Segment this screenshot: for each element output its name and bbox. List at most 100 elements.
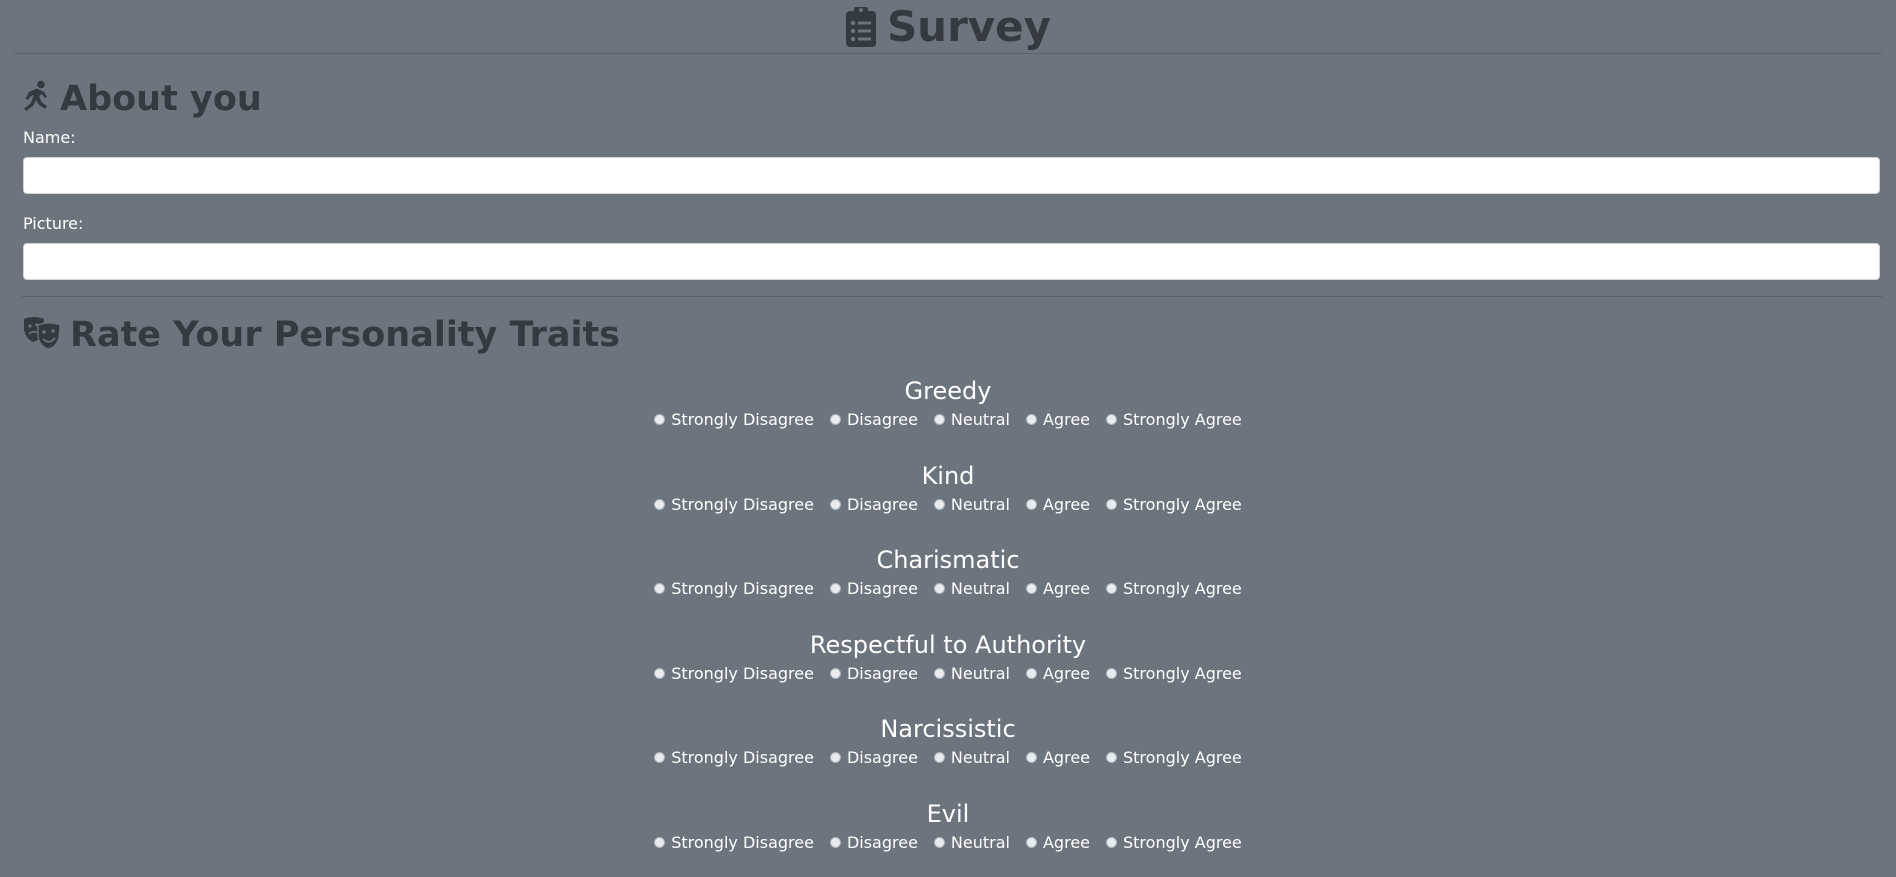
picture-label: Picture:: [23, 214, 84, 233]
trait-name: Kind: [921, 461, 975, 490]
rating-option[interactable]: Agree: [1025, 410, 1090, 429]
rating-option-label: Strongly Agree: [1123, 579, 1242, 599]
rating-option-label: Neutral: [950, 494, 1010, 514]
radio-button[interactable]: [933, 583, 945, 595]
rating-option[interactable]: Agree: [1025, 832, 1090, 852]
radio-button[interactable]: [1025, 414, 1037, 425]
radio-button[interactable]: [933, 498, 945, 510]
radio-button[interactable]: [654, 414, 666, 425]
rating-option-label: Strongly Agree: [1123, 832, 1242, 852]
rating-option[interactable]: Disagree: [829, 664, 918, 683]
radio-button[interactable]: [1025, 836, 1037, 848]
rating-option[interactable]: Neutral: [933, 494, 1010, 514]
rating-option-label: Strongly Agree: [1123, 494, 1242, 514]
rating-option-label: Strongly Disagree: [671, 494, 814, 514]
radio-button[interactable]: [829, 667, 841, 679]
rating-option[interactable]: Neutral: [933, 579, 1010, 599]
rating-option-label: Agree: [1042, 748, 1090, 768]
rating-option[interactable]: Neutral: [933, 410, 1010, 429]
name-label: Name:: [23, 128, 76, 147]
rating-option[interactable]: Strongly Disagree: [654, 579, 814, 598]
radio-button[interactable]: [1106, 583, 1117, 595]
rating-option[interactable]: Strongly Disagree: [654, 664, 814, 683]
trait-name: Respectful to Authority: [809, 630, 1087, 659]
trait-name: Greedy: [904, 377, 992, 405]
radio-button[interactable]: [1106, 667, 1117, 679]
radio-button[interactable]: [829, 414, 841, 425]
section-divider: [22, 296, 1882, 297]
rating-option[interactable]: Neutral: [933, 748, 1010, 767]
radio-button[interactable]: [1025, 583, 1037, 595]
rating-option-label: Strongly Disagree: [671, 410, 814, 429]
page-title: Survey: [886, 2, 1052, 51]
radio-button[interactable]: [829, 498, 841, 510]
rating-option-label: Strongly Agree: [1123, 410, 1242, 429]
rating-option[interactable]: Strongly Agree: [1106, 495, 1242, 514]
rating-options: Strongly Disagree Disagree Neutral Agree Str…: [646, 579, 1250, 598]
rating-option[interactable]: Agree: [1025, 494, 1090, 514]
rating-option[interactable]: Strongly Agree: [1106, 410, 1242, 429]
radio-button[interactable]: [654, 836, 666, 848]
rating-option-label: Agree: [1042, 832, 1090, 852]
radio-button[interactable]: [654, 752, 666, 764]
radio-button[interactable]: [654, 667, 666, 679]
name-input[interactable]: [23, 157, 1880, 194]
radio-button[interactable]: [829, 583, 841, 595]
traits-list: Greedy Strongly Disagree Disagree Neutral Ag…: [0, 370, 1896, 877]
rating-option[interactable]: Strongly Disagree: [654, 495, 814, 514]
rating-option-label: Neutral: [950, 663, 1010, 683]
rating-option-label: Agree: [1042, 579, 1090, 599]
radio-button[interactable]: [933, 752, 945, 764]
about-section-heading: About you: [22, 80, 262, 118]
rating-option[interactable]: Strongly Disagree: [654, 833, 814, 852]
picture-input[interactable]: [23, 243, 1880, 280]
rating-option[interactable]: Strongly Agree: [1106, 748, 1242, 767]
radio-button[interactable]: [654, 583, 666, 595]
survey-page: Survey About you Name: Picture: Rate You…: [0, 0, 1896, 877]
clipboard-list-icon: [845, 6, 877, 48]
about-heading: About you: [60, 78, 262, 119]
rating-option[interactable]: Neutral: [933, 832, 1010, 852]
radio-button[interactable]: [933, 414, 945, 425]
rating-option[interactable]: Disagree: [829, 410, 918, 429]
rating-option[interactable]: Agree: [1025, 664, 1090, 683]
radio-button[interactable]: [654, 498, 666, 510]
radio-button[interactable]: [1025, 498, 1037, 510]
radio-button[interactable]: [1106, 836, 1117, 848]
rating-option[interactable]: Disagree: [829, 494, 918, 514]
radio-button[interactable]: [1106, 752, 1117, 764]
rating-option[interactable]: Disagree: [829, 748, 918, 767]
rating-option[interactable]: Strongly Disagree: [654, 748, 814, 767]
rating-option[interactable]: Strongly Disagree: [654, 410, 814, 429]
rating-option-label: Strongly Disagree: [671, 663, 814, 683]
traits-section-heading: Rate Your Personality Traits: [22, 315, 620, 355]
rating-option[interactable]: Disagree: [829, 579, 918, 598]
theater-masks-icon: [22, 315, 62, 355]
rating-option[interactable]: Strongly Agree: [1106, 833, 1242, 852]
radio-button[interactable]: [1106, 498, 1117, 510]
radio-button[interactable]: [933, 667, 945, 679]
radio-button[interactable]: [829, 836, 841, 848]
radio-button[interactable]: [1106, 414, 1117, 425]
rating-option[interactable]: Agree: [1025, 748, 1090, 768]
radio-button[interactable]: [933, 836, 945, 848]
rating-option-label: Strongly Agree: [1123, 748, 1242, 768]
radio-button[interactable]: [1025, 752, 1037, 764]
rating-options: Strongly Disagree Disagree Neutral Agree Str…: [646, 495, 1250, 514]
trait-name: Narcissistic: [880, 715, 1016, 744]
rating-option[interactable]: Neutral: [933, 663, 1010, 683]
trait-row: Respectful to Authority Strongly Disagree…: [0, 624, 1896, 709]
rating-option[interactable]: Strongly Agree: [1106, 579, 1242, 598]
trait-row: Kind Strongly Disagree Disagree Neutral Agre…: [0, 455, 1896, 540]
rating-option-label: Neutral: [950, 579, 1010, 599]
rating-option[interactable]: Agree: [1025, 579, 1090, 599]
trait-name: Charismatic: [876, 546, 1020, 575]
rating-option-label: Disagree: [846, 494, 918, 514]
rating-option-label: Agree: [1042, 494, 1090, 514]
rating-options: Strongly Disagree Disagree Neutral Agree Str…: [646, 748, 1250, 767]
radio-button[interactable]: [829, 752, 841, 764]
rating-option[interactable]: Disagree: [829, 833, 918, 852]
radio-button[interactable]: [1025, 667, 1037, 679]
rating-option[interactable]: Strongly Agree: [1106, 664, 1242, 683]
rating-option-label: Neutral: [950, 832, 1010, 852]
